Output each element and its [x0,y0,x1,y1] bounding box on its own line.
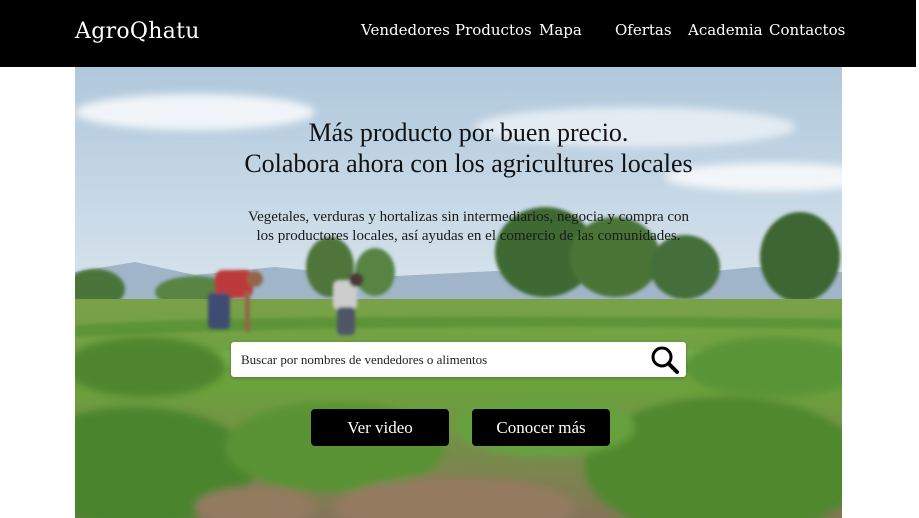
search-input[interactable] [241,342,631,377]
brand-logo[interactable]: AgroQhatu [75,19,200,44]
search-icon[interactable] [649,344,681,376]
watch-video-button[interactable]: Ver video [311,409,449,446]
learn-more-button[interactable]: Conocer más [472,409,610,446]
nav-item-mapa[interactable]: Mapa [539,21,582,39]
nav-item-academia[interactable]: Academia [688,21,763,39]
hero-banner: Más producto por buen precio. Colabora a… [75,67,842,518]
search-bar [231,342,686,377]
nav-item-contactos[interactable]: Contactos [769,21,845,39]
hero-subtext-line1: Vegetales, verduras y hortalizas sin int… [247,209,690,225]
nav-item-ofertas[interactable]: Ofertas [615,21,672,39]
nav-item-vendedores[interactable]: Vendedores [361,21,450,39]
hero-subtext-line2: los productores locales, así ayudas en e… [256,228,681,244]
hero-headline-line1: Más producto por buen precio. [308,118,629,147]
top-navbar: AgroQhatu Vendedores Productos Mapa Ofer… [0,0,916,67]
hero-headline-line2: Colabora ahora con los agricultures loca… [244,149,693,178]
nav-item-productos[interactable]: Productos [455,21,532,39]
